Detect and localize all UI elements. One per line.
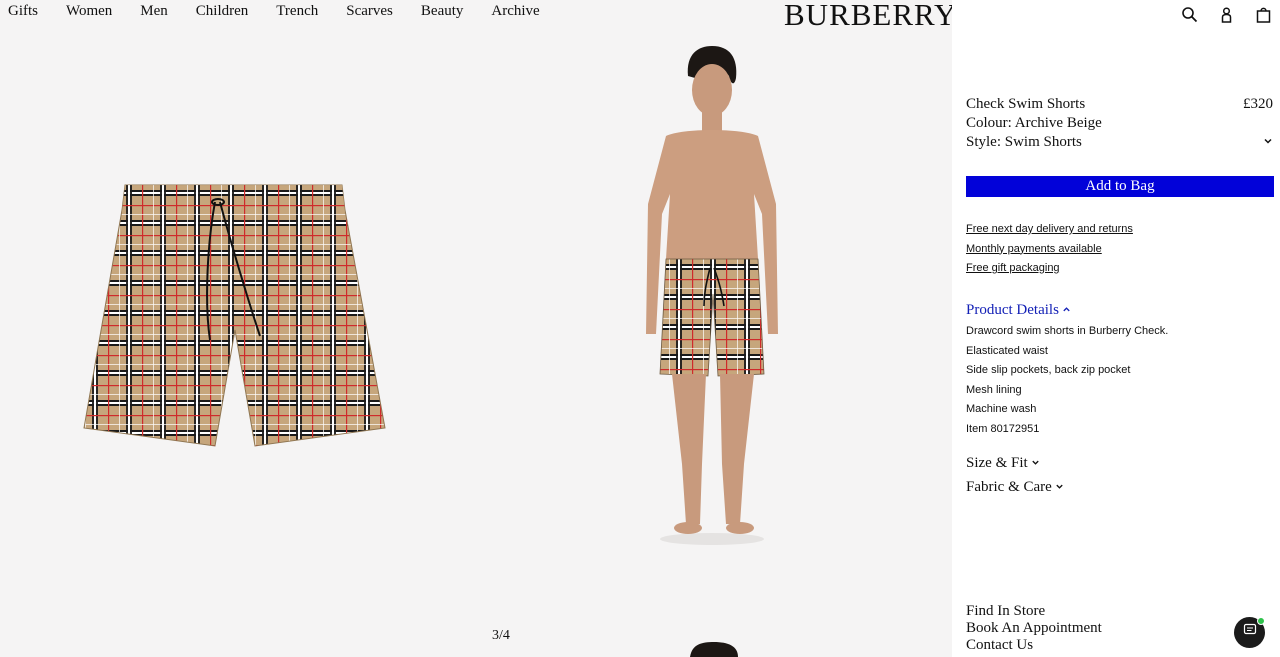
product-price: £320 bbox=[1243, 96, 1273, 112]
bag-icon[interactable] bbox=[1255, 6, 1272, 23]
detail-item: Drawcord swim shorts in Burberry Check. bbox=[966, 325, 1169, 337]
product-image-flat[interactable] bbox=[80, 180, 390, 452]
product-details-toggle[interactable]: Product Details bbox=[966, 302, 1071, 319]
add-to-bag-button[interactable]: Add to Bag bbox=[966, 176, 1274, 197]
gallery-counter: 3/4 bbox=[492, 628, 510, 643]
chevron-down-icon bbox=[1055, 479, 1064, 496]
chat-icon bbox=[1243, 623, 1257, 642]
service-links: Free next day delivery and returns Month… bbox=[966, 221, 1133, 280]
nav-trench[interactable]: Trench bbox=[276, 2, 318, 20]
brand-logo[interactable]: BURBERRY bbox=[784, 0, 957, 32]
product-colour: Colour: Archive Beige bbox=[966, 115, 1102, 131]
monthly-payments-link[interactable]: Monthly payments available bbox=[966, 241, 1133, 261]
header-icons bbox=[1181, 6, 1272, 23]
delivery-returns-link[interactable]: Free next day delivery and returns bbox=[966, 221, 1133, 241]
chat-button[interactable] bbox=[1234, 617, 1265, 648]
nav-beauty[interactable]: Beauty bbox=[421, 2, 464, 20]
detail-item: Machine wash bbox=[966, 403, 1037, 415]
find-in-store-link[interactable]: Find In Store bbox=[966, 603, 1102, 620]
product-panel: Check Swim Shorts £320 Colour: Archive B… bbox=[952, 0, 1280, 657]
nav-women[interactable]: Women bbox=[66, 2, 112, 20]
nav-archive[interactable]: Archive bbox=[491, 2, 539, 20]
online-status-dot bbox=[1257, 617, 1265, 625]
nav-children[interactable]: Children bbox=[196, 2, 249, 20]
size-fit-toggle[interactable]: Size & Fit bbox=[966, 455, 1040, 472]
product-image-model[interactable] bbox=[630, 44, 800, 546]
account-icon[interactable] bbox=[1218, 6, 1235, 23]
nav-scarves[interactable]: Scarves bbox=[346, 2, 393, 20]
search-icon[interactable] bbox=[1181, 6, 1198, 23]
chevron-down-icon bbox=[1263, 134, 1273, 151]
chevron-up-icon bbox=[1062, 302, 1071, 319]
chevron-down-icon bbox=[1031, 455, 1040, 472]
gift-packaging-link[interactable]: Free gift packaging bbox=[966, 260, 1133, 280]
fabric-care-toggle[interactable]: Fabric & Care bbox=[966, 479, 1064, 496]
detail-item: Elasticated waist bbox=[966, 344, 1048, 357]
nav-gifts[interactable]: Gifts bbox=[8, 2, 38, 20]
size-fit-label: Size & Fit bbox=[966, 455, 1028, 471]
fabric-care-label: Fabric & Care bbox=[966, 479, 1052, 495]
product-name: Check Swim Shorts bbox=[966, 96, 1086, 112]
product-title-row: Check Swim Shorts £320 bbox=[966, 96, 1273, 113]
product-gallery: Gifts Women Men Children Trench Scarves … bbox=[0, 0, 956, 657]
book-appointment-link[interactable]: Book An Appointment bbox=[966, 620, 1102, 637]
detail-item: Item 80172951 bbox=[966, 422, 1040, 435]
style-selector[interactable]: Style: Swim Shorts bbox=[966, 134, 1273, 151]
main-navigation: Gifts Women Men Children Trench Scarves … bbox=[8, 2, 568, 20]
contact-us-link[interactable]: Contact Us bbox=[966, 637, 1102, 654]
footer-links: Find In Store Book An Appointment Contac… bbox=[966, 603, 1102, 654]
product-details-list: Drawcord swim shorts in Burberry Check. … bbox=[966, 323, 1168, 440]
detail-item: Side slip pockets, back zip pocket bbox=[966, 364, 1131, 376]
detail-item: Mesh lining bbox=[966, 383, 1022, 396]
style-label: Style: Swim Shorts bbox=[966, 134, 1082, 150]
product-image-next-peek bbox=[690, 642, 738, 657]
product-details-title: Product Details bbox=[966, 302, 1059, 318]
nav-men[interactable]: Men bbox=[140, 2, 168, 20]
